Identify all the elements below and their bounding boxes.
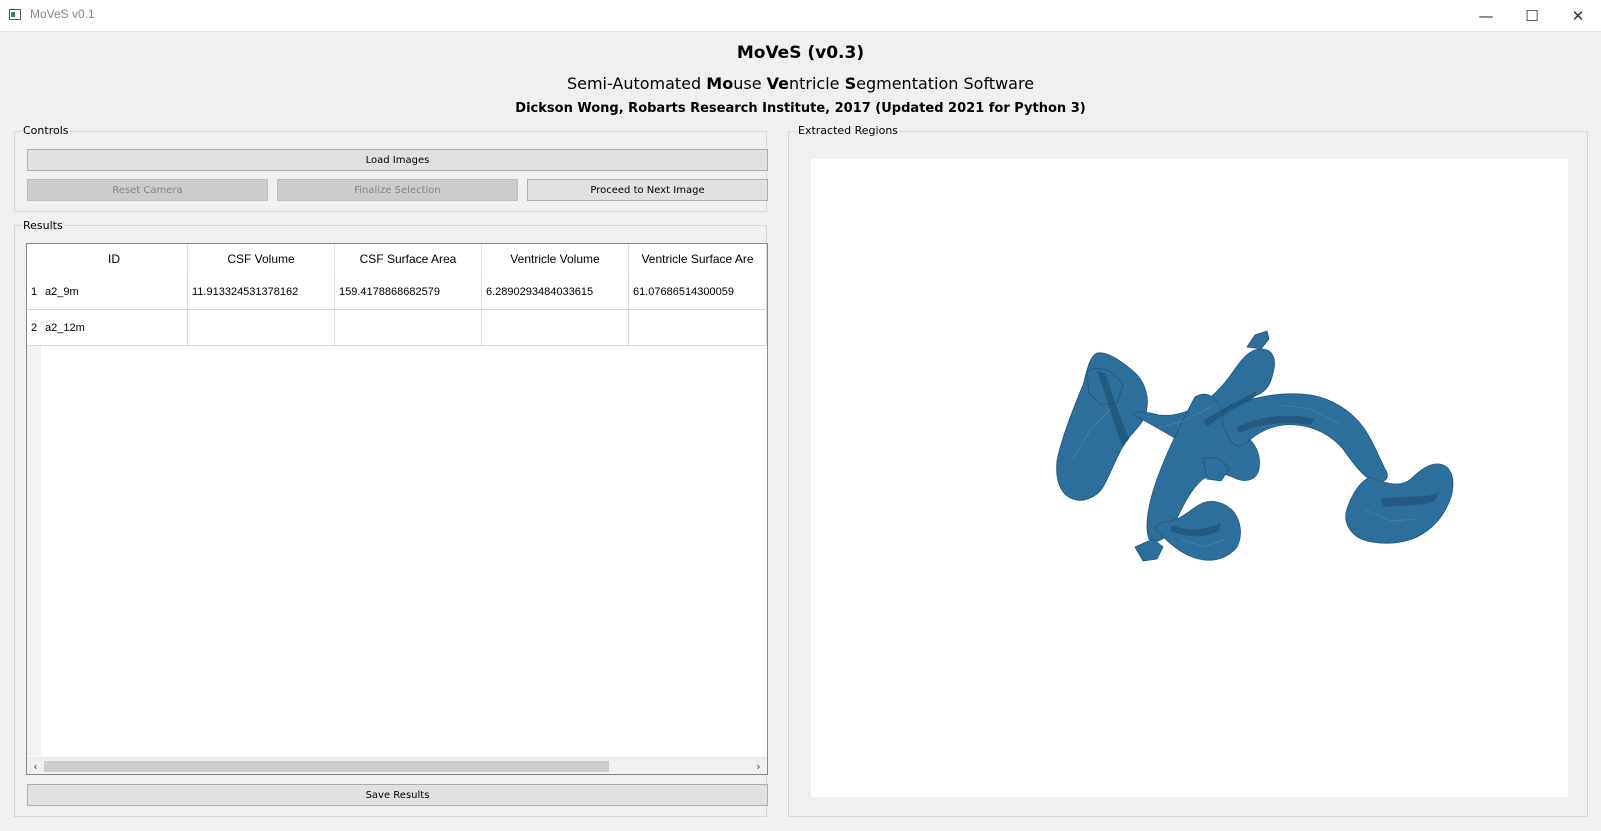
controls-group-title: Controls — [22, 124, 70, 137]
column-header-csf-surface-area[interactable]: CSF Surface Area — [335, 244, 482, 274]
table-cell[interactable] — [482, 310, 629, 346]
scroll-right-arrow-icon[interactable]: › — [750, 758, 767, 774]
table-cell[interactable]: 11.913324531378162 — [188, 274, 335, 310]
3d-render-viewport[interactable] — [811, 159, 1568, 797]
table-cell[interactable]: a2_12m — [41, 310, 188, 346]
table-cell[interactable]: 61.07686514300059 — [629, 274, 767, 310]
column-header-id[interactable]: ID — [41, 244, 188, 274]
minimize-button[interactable]: — — [1463, 0, 1509, 31]
results-group-title: Results — [22, 219, 64, 232]
app-subtitle: Semi-Automated Mouse Ventricle Segmentat… — [566, 74, 1035, 93]
row-header-filler — [27, 346, 41, 756]
save-results-button[interactable]: Save Results — [27, 784, 768, 806]
scrollbar-thumb[interactable] — [44, 761, 609, 772]
row-header[interactable]: 1 — [27, 274, 41, 310]
app-title: MoVeS (v0.3) — [736, 43, 865, 63]
maximize-button[interactable]: ☐ — [1509, 0, 1555, 31]
column-header-ventricle-volume[interactable]: Ventricle Volume — [482, 244, 629, 274]
table-corner — [27, 244, 41, 274]
table-cell[interactable]: 159.4178868682579 — [335, 274, 482, 310]
app-credit: Dickson Wong, Robarts Research Institute… — [515, 101, 1086, 116]
table-cell[interactable]: 6.2890293484033615 — [482, 274, 629, 310]
load-images-button[interactable]: Load Images — [27, 149, 768, 171]
table-cell[interactable] — [188, 310, 335, 346]
column-header-ventricle-surface-area[interactable]: Ventricle Surface Are — [629, 244, 767, 274]
ventricle-mesh-render — [1056, 330, 1454, 562]
table-cell[interactable] — [629, 310, 767, 346]
finalize-selection-button[interactable]: Finalize Selection — [277, 179, 518, 201]
results-table[interactable]: ID CSF Volume CSF Surface Area Ventricle… — [26, 243, 768, 775]
close-button[interactable]: ✕ — [1555, 0, 1601, 31]
scroll-left-arrow-icon[interactable]: ‹ — [27, 758, 44, 774]
app-icon — [9, 9, 21, 20]
reset-camera-button[interactable]: Reset Camera — [27, 179, 268, 201]
window-titlebar: MoVeS v0.1 — ☐ ✕ — [0, 0, 1601, 32]
table-cell[interactable]: a2_9m — [41, 274, 188, 310]
column-header-csf-volume[interactable]: CSF Volume — [188, 244, 335, 274]
extracted-regions-group-title: Extracted Regions — [797, 124, 900, 137]
row-header[interactable]: 2 — [27, 310, 41, 346]
window-title: MoVeS v0.1 — [30, 7, 95, 21]
table-cell[interactable] — [335, 310, 482, 346]
horizontal-scrollbar[interactable]: ‹ › — [27, 757, 767, 774]
proceed-next-image-button[interactable]: Proceed to Next Image — [527, 179, 768, 201]
